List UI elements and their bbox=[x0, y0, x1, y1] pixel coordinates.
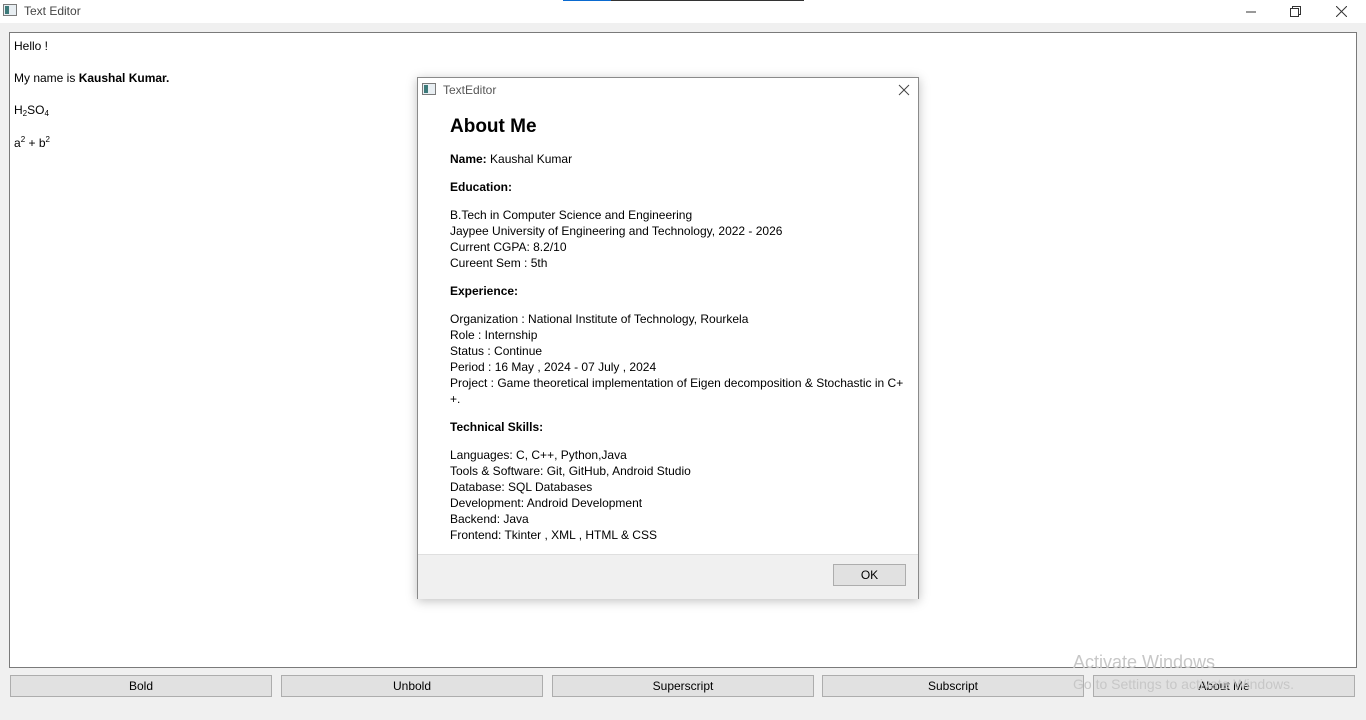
skills-label: Technical Skills: bbox=[450, 420, 544, 434]
close-icon bbox=[1336, 6, 1347, 17]
experience-line: Role : Internship bbox=[450, 328, 538, 342]
experience-label: Experience: bbox=[450, 284, 519, 298]
experience-line: Status : Continue bbox=[450, 344, 543, 358]
about-dialog: TextEditor About Me Name: Kaushal Kumar … bbox=[417, 77, 919, 599]
experience-line: Period : 16 May , 2024 - 07 July , 2024 bbox=[450, 360, 657, 374]
skills-line: Backend: Java bbox=[450, 512, 529, 526]
formula-so: SO bbox=[27, 103, 45, 117]
name-row: Name: Kaushal Kumar bbox=[450, 152, 572, 166]
education-line: Cureent Sem : 5th bbox=[450, 256, 548, 270]
skills-line: Frontend: Tkinter , XML , HTML & CSS bbox=[450, 528, 657, 542]
dialog-heading: About Me bbox=[450, 116, 537, 137]
editor-line-formula-squares: a2 + b2 bbox=[14, 135, 50, 150]
unbold-button[interactable]: Unbold bbox=[281, 675, 543, 697]
activate-windows-watermark: Activate Windows bbox=[1073, 652, 1216, 672]
name-value: Kaushal Kumar bbox=[486, 152, 573, 166]
editor-line-hello: Hello ! bbox=[14, 39, 49, 53]
formula-h: H bbox=[14, 103, 23, 117]
experience-line: +. bbox=[450, 392, 461, 406]
editor-line-name: My name is Kaushal Kumar. bbox=[14, 71, 169, 85]
dialog-footer: OK bbox=[418, 554, 918, 599]
education-line: Jaypee University of Engineering and Tec… bbox=[450, 224, 783, 238]
skills-line: Database: SQL Databases bbox=[450, 480, 593, 494]
superscript-button[interactable]: Superscript bbox=[552, 675, 814, 697]
formula-sub-4: 4 bbox=[44, 109, 49, 118]
minimize-icon bbox=[1245, 11, 1256, 12]
name-bold: Kaushal Kumar. bbox=[78, 71, 170, 85]
skills-line: Tools & Software: Git, GitHub, Android S… bbox=[450, 464, 691, 478]
activate-windows-hint: Go to Settings to activate Windows. bbox=[1073, 676, 1294, 692]
dialog-title-bar: TextEditor bbox=[418, 78, 918, 102]
bold-button[interactable]: Bold bbox=[10, 675, 272, 697]
editor-line-formula-h2so4: H2SO4 bbox=[14, 103, 49, 118]
formula-sup-b: 2 bbox=[45, 135, 50, 144]
education-label: Education: bbox=[450, 180, 512, 194]
experience-line: Project : Game theoretical implementatio… bbox=[450, 376, 904, 390]
dialog-app-icon bbox=[422, 83, 436, 95]
experience-line: Organization : National Institute of Tec… bbox=[450, 312, 749, 326]
formula-a: a bbox=[14, 136, 21, 150]
dialog-close-icon[interactable] bbox=[896, 82, 912, 98]
skills-line: Languages: C, C++, Python,Java bbox=[450, 448, 627, 462]
app-icon bbox=[3, 4, 17, 16]
restore-icon bbox=[1290, 6, 1301, 17]
minimize-button[interactable] bbox=[1228, 0, 1273, 23]
window-title: Text Editor bbox=[24, 4, 81, 18]
skills-line: Development: Android Development bbox=[450, 496, 643, 510]
education-line: Current CGPA: 8.2/10 bbox=[450, 240, 567, 254]
taskbar-highlight bbox=[611, 0, 804, 1]
subscript-button[interactable]: Subscript bbox=[822, 675, 1084, 697]
taskbar-highlight-accent bbox=[563, 0, 611, 1]
education-line: B.Tech in Computer Science and Engineeri… bbox=[450, 208, 693, 222]
formula-plus-b: + b bbox=[25, 136, 46, 150]
dialog-title: TextEditor bbox=[443, 83, 497, 97]
restore-button[interactable] bbox=[1273, 0, 1318, 23]
close-button[interactable] bbox=[1319, 0, 1364, 23]
ok-button[interactable]: OK bbox=[833, 564, 906, 586]
title-bar: Text Editor bbox=[0, 0, 1366, 23]
name-prefix: My name is bbox=[14, 71, 79, 85]
name-label: Name: bbox=[450, 152, 487, 166]
